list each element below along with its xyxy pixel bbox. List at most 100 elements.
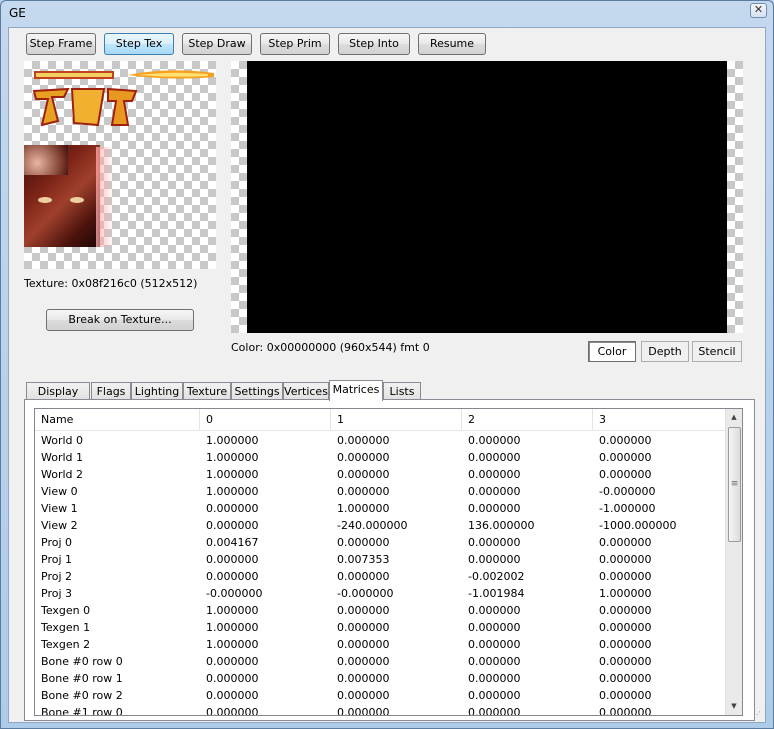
matrix-cell: 0.000000 xyxy=(599,468,652,481)
matrix-row-name: View 2 xyxy=(41,519,78,532)
matrix-cell: 0.000000 xyxy=(337,689,390,702)
table-row[interactable]: Proj 0 0.004167 0.000000 0.000000 0.000000 xyxy=(35,534,727,551)
matrix-cell: 0.000000 xyxy=(206,519,259,532)
column-header-col-2[interactable]: 2 xyxy=(462,409,593,431)
column-header-col-1[interactable]: 1 xyxy=(331,409,462,431)
list-rows: World 0 1.000000 0.000000 0.000000 0.000000 W… xyxy=(35,432,727,716)
matrix-cell: 0.000000 xyxy=(468,553,521,566)
table-row[interactable]: World 0 1.000000 0.000000 0.000000 0.000000 xyxy=(35,432,727,449)
matrix-cell: 0.000000 xyxy=(468,621,521,634)
matrix-cell: 0.000000 xyxy=(337,604,390,617)
color-buffer-button[interactable]: Color xyxy=(588,341,636,362)
matrix-cell: 0.000000 xyxy=(206,689,259,702)
resume-button[interactable]: Resume xyxy=(418,33,486,55)
matrix-cell: 0.000000 xyxy=(206,672,259,685)
step-prim-button[interactable]: Step Prim xyxy=(260,33,330,55)
step-draw-button[interactable]: Step Draw xyxy=(182,33,252,55)
matrix-row-name: Texgen 0 xyxy=(41,604,91,617)
matrix-cell: 0.000000 xyxy=(206,655,259,668)
table-row[interactable]: Texgen 0 1.000000 0.000000 0.000000 0.000000 xyxy=(35,602,727,619)
table-row[interactable]: Bone #0 row 1 0.000000 0.000000 0.000000 0.0… xyxy=(35,670,727,687)
matrix-cell: 0.000000 xyxy=(206,706,259,716)
table-row[interactable]: Bone #1 row 0 0.000000 0.000000 0.000000 0.0… xyxy=(35,704,727,716)
table-row[interactable]: Texgen 2 1.000000 0.000000 0.000000 0.000000 xyxy=(35,636,727,653)
table-row[interactable]: Proj 2 0.000000 0.000000 -0.002002 0.000000 xyxy=(35,568,727,585)
matrix-cell: 0.000000 xyxy=(599,570,652,583)
texture-face-hair xyxy=(24,145,68,175)
step-tex-button[interactable]: Step Tex xyxy=(104,33,174,55)
tab-texture[interactable]: Texture xyxy=(183,382,231,400)
framebuffer-caption: Color: 0x00000000 (960x544) fmt 0 xyxy=(231,341,430,354)
column-header-col-3[interactable]: 3 xyxy=(593,409,727,431)
table-row[interactable]: View 2 0.000000 -240.000000 136.000000 -1000… xyxy=(35,517,727,534)
matrix-cell: 136.000000 xyxy=(468,519,535,532)
scroll-up-icon[interactable]: ▲ xyxy=(726,409,742,426)
table-row[interactable]: Proj 3 -0.000000 -0.000000 -1.001984 1.00000… xyxy=(35,585,727,602)
matrix-cell: 0.000000 xyxy=(468,706,521,716)
window-title: GE xyxy=(9,6,26,20)
matrix-cell: 1.000000 xyxy=(206,604,259,617)
matrix-cell: 0.000000 xyxy=(599,451,652,464)
column-header-col-0[interactable]: 0 xyxy=(200,409,331,431)
step-into-button[interactable]: Step Into xyxy=(338,33,410,55)
scroll-thumb[interactable]: ≡ xyxy=(728,427,741,542)
matrix-cell: 0.000000 xyxy=(599,638,652,651)
tab-settings[interactable]: Settings xyxy=(231,382,283,400)
title-bar[interactable]: GE ✕ xyxy=(1,1,773,27)
table-row[interactable]: World 1 1.000000 0.000000 0.000000 0.000000 xyxy=(35,449,727,466)
matrix-row-name: Proj 0 xyxy=(41,536,73,549)
ge-window: GE ✕ Step Frame Step Tex Step Draw Step Pri… xyxy=(0,0,774,729)
matrix-cell: 0.000000 xyxy=(468,502,521,515)
matrix-cell: -1.001984 xyxy=(468,587,525,600)
matrix-cell: 0.000000 xyxy=(599,536,652,549)
matrix-cell: -240.000000 xyxy=(337,519,408,532)
matrix-cell: 0.000000 xyxy=(599,672,652,685)
table-row[interactable]: World 2 1.000000 0.000000 0.000000 0.000000 xyxy=(35,466,727,483)
matrix-cell: 1.000000 xyxy=(206,621,259,634)
matrix-cell: 0.000000 xyxy=(337,485,390,498)
table-row[interactable]: View 1 0.000000 1.000000 0.000000 -1.000000 xyxy=(35,500,727,517)
matrix-cell: 0.000000 xyxy=(468,468,521,481)
matrix-cell: 0.000000 xyxy=(599,621,652,634)
matrix-cell: -1000.000000 xyxy=(599,519,677,532)
tab-vertices[interactable]: Vertices xyxy=(283,382,329,400)
framebuffer-preview xyxy=(231,61,743,333)
resize-grip-icon[interactable]: ⋰ xyxy=(753,710,763,720)
vertical-scrollbar[interactable]: ▲ ≡ ▼ xyxy=(725,409,742,715)
tab-lists[interactable]: Lists xyxy=(383,382,421,400)
tab-lighting[interactable]: Lighting xyxy=(131,382,183,400)
matrix-row-name: View 0 xyxy=(41,485,78,498)
tab-display-list[interactable]: Display List xyxy=(26,382,90,415)
scroll-down-icon[interactable]: ▼ xyxy=(726,698,742,715)
matrix-cell: 0.000000 xyxy=(206,570,259,583)
matrix-cell: 0.000000 xyxy=(599,604,652,617)
matrix-cell: 0.000000 xyxy=(337,621,390,634)
tab-panel-matrices: Name 0 1 2 3 World 0 1.000000 0.000000 0.000000… xyxy=(24,399,755,721)
matrix-row-name: Bone #1 row 0 xyxy=(41,706,123,716)
table-row[interactable]: Proj 1 0.000000 0.007353 0.000000 0.000000 xyxy=(35,551,727,568)
break-on-texture-button[interactable]: Break on Texture... xyxy=(46,309,194,331)
close-icon[interactable]: ✕ xyxy=(750,3,767,18)
depth-buffer-button[interactable]: Depth xyxy=(641,341,689,362)
table-row[interactable]: Texgen 1 1.000000 0.000000 0.000000 0.000000 xyxy=(35,619,727,636)
matrix-cell: 0.000000 xyxy=(337,638,390,651)
tab-matrices[interactable]: Matrices xyxy=(329,380,383,401)
matrix-row-name: Texgen 1 xyxy=(41,621,91,634)
table-row[interactable]: View 0 1.000000 0.000000 0.000000 -0.000000 xyxy=(35,483,727,500)
column-header-name[interactable]: Name xyxy=(35,409,200,431)
step-frame-button[interactable]: Step Frame xyxy=(26,33,96,55)
matrix-cell: 1.000000 xyxy=(337,502,390,515)
matrix-row-name: World 0 xyxy=(41,434,84,447)
tab-flags[interactable]: Flags xyxy=(91,382,131,400)
table-row[interactable]: Bone #0 row 2 0.000000 0.000000 0.000000 0.0… xyxy=(35,687,727,704)
client-area: Step Frame Step Tex Step Draw Step Prim Step… xyxy=(8,27,766,723)
matrix-cell: 0.000000 xyxy=(468,604,521,617)
matrix-cell: 0.000000 xyxy=(337,434,390,447)
matrix-cell: -0.000000 xyxy=(599,485,656,498)
matrix-cell: 1.000000 xyxy=(599,587,652,600)
matrix-cell: 0.000000 xyxy=(599,689,652,702)
matrix-cell: 0.000000 xyxy=(468,451,521,464)
stencil-buffer-button[interactable]: Stencil xyxy=(692,341,742,362)
framebuffer-image xyxy=(247,61,727,333)
table-row[interactable]: Bone #0 row 0 0.000000 0.000000 0.000000 0.0… xyxy=(35,653,727,670)
